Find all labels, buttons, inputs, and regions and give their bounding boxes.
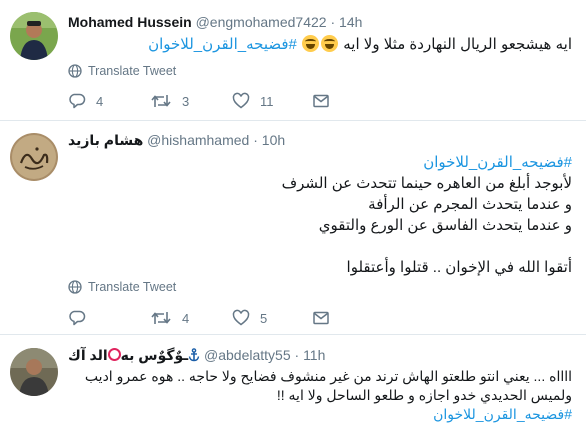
tweet-1[interactable]: Mohamed Hussein @engmohamed7422 · 14h اي… bbox=[0, 0, 586, 121]
author-handle[interactable]: @abdelatty55 bbox=[204, 347, 291, 363]
author-name[interactable]: ـوٌگوٌس به الد آك bbox=[68, 347, 204, 363]
hashtag-link[interactable]: #فضيحه_القرن_للاخوان bbox=[148, 36, 297, 53]
separator-dot: · bbox=[253, 132, 258, 148]
tweet-line: ولميس الحديدي خدو اجازه و طلعو الساحل ول… bbox=[276, 387, 572, 403]
tweet-line: أتقوا الله في الإخوان .. قتلوا وأعتقلوا bbox=[346, 259, 572, 276]
face-with-tears-of-joy-emoji bbox=[302, 35, 320, 52]
tweet-actions: 4 5 bbox=[68, 309, 368, 333]
retweet-count: 4 bbox=[182, 310, 190, 326]
reply-icon bbox=[69, 93, 86, 109]
author-name-part: الد آك bbox=[68, 347, 108, 363]
direct-message-icon bbox=[313, 94, 329, 108]
author-handle[interactable]: @hishamhamed bbox=[147, 132, 249, 148]
tweet-text: ايه هيشجعو الريال النهاردة مثلا ولا ايه … bbox=[148, 34, 572, 55]
timestamp[interactable]: 14h bbox=[339, 14, 362, 30]
avatar-photo bbox=[10, 12, 58, 60]
author-handle[interactable]: @engmohamed7422 bbox=[196, 14, 327, 30]
tweet-text: ااااه ... يعني انتو طلعتو الهاش ترند من … bbox=[85, 367, 572, 424]
face-with-tears-of-joy-emoji bbox=[321, 35, 339, 52]
like-icon bbox=[232, 92, 250, 109]
author-name-part: ـوٌگوٌس به bbox=[120, 347, 189, 363]
translate-label: Translate Tweet bbox=[88, 280, 177, 294]
tweet-text: #فضيحه_القرن_للاخوان لأبوجد أبلغ من العا… bbox=[282, 152, 572, 278]
tweet-header: Mohamed Hussein @engmohamed7422 · 14h bbox=[68, 13, 362, 31]
tweet-actions: 4 3 11 bbox=[68, 92, 368, 116]
avatar[interactable] bbox=[10, 12, 58, 60]
hashtag-link[interactable]: #فضيحه_القرن_للاخوان bbox=[282, 152, 572, 173]
translate-label: Translate Tweet bbox=[88, 64, 177, 78]
direct-message-button[interactable] bbox=[312, 92, 330, 110]
avatar-photo bbox=[10, 348, 58, 396]
tweet-header: ـوٌگوٌس به الد آك @abdelatty55 · 11h bbox=[68, 346, 325, 364]
separator-dot: · bbox=[330, 14, 336, 30]
retweet-button[interactable]: 3 bbox=[150, 92, 189, 110]
anchor-icon bbox=[188, 348, 200, 362]
translate-tweet-link[interactable]: Translate Tweet bbox=[68, 280, 176, 294]
tweet-header: هشام بازيد @hishamhamed · 10h bbox=[68, 131, 285, 149]
tweet-line: و عندما يتحدث الفاسق عن الورع والتقوي bbox=[318, 217, 572, 234]
avatar[interactable] bbox=[10, 348, 58, 396]
direct-message-button[interactable] bbox=[312, 309, 330, 327]
retweet-icon bbox=[151, 312, 171, 324]
hashtag-link[interactable]: #فضيحه_القرن_للاخوان bbox=[85, 405, 572, 424]
tweet-3[interactable]: ـوٌگوٌس به الد آك @abdelatty55 · 11h اااا… bbox=[0, 335, 586, 425]
globe-icon bbox=[68, 64, 82, 78]
tweet-line: لأبوجد أبلغ من العاهره حينما تتحدث عن ال… bbox=[281, 175, 572, 192]
tweet-line: و عندما يتحدث المجرم عن الرأفة bbox=[368, 196, 572, 213]
timestamp[interactable]: 11h bbox=[303, 347, 325, 363]
retweet-icon bbox=[151, 95, 171, 107]
like-button[interactable]: 5 bbox=[232, 309, 267, 327]
translate-tweet-link[interactable]: Translate Tweet bbox=[68, 64, 176, 78]
direct-message-icon bbox=[313, 311, 329, 325]
author-name[interactable]: هشام بازيد bbox=[68, 132, 143, 148]
retweet-button[interactable]: 4 bbox=[150, 309, 189, 327]
avatar[interactable] bbox=[10, 133, 58, 181]
retweet-count: 3 bbox=[182, 93, 190, 109]
red-circle-symbol bbox=[107, 348, 121, 361]
reply-icon bbox=[69, 310, 86, 326]
timestamp[interactable]: 10h bbox=[262, 132, 285, 148]
separator-dot: · bbox=[294, 347, 300, 363]
reply-button[interactable] bbox=[68, 309, 96, 327]
tweet-text-segment: ايه هيشجعو الريال النهاردة مثلا ولا ايه bbox=[343, 36, 572, 53]
like-count: 11 bbox=[260, 93, 274, 109]
author-name[interactable]: Mohamed Hussein bbox=[68, 14, 192, 30]
reply-button[interactable]: 4 bbox=[68, 92, 103, 110]
reply-count: 4 bbox=[96, 93, 104, 109]
like-button[interactable]: 11 bbox=[232, 92, 274, 110]
tweet-line: ااااه ... يعني انتو طلعتو الهاش ترند من … bbox=[84, 368, 572, 384]
like-count: 5 bbox=[260, 310, 268, 326]
avatar-calligraphy-image bbox=[10, 133, 58, 181]
like-icon bbox=[232, 309, 250, 326]
tweet-2[interactable]: هشام بازيد @hishamhamed · 10h #فضيحه_الق… bbox=[0, 121, 586, 335]
globe-icon bbox=[68, 280, 82, 294]
